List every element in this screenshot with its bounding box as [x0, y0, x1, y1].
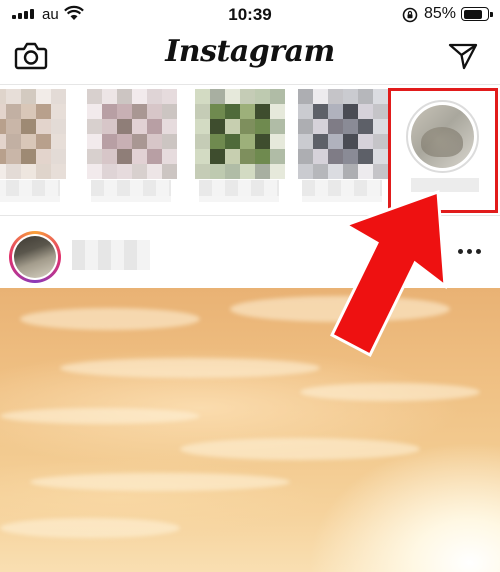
- story-thumbnail[interactable]: [0, 89, 66, 179]
- status-bar: au 10:39 85%: [0, 0, 500, 30]
- own-story-highlight-box: [388, 88, 498, 213]
- story-username: [302, 180, 382, 196]
- send-icon[interactable]: [448, 42, 478, 70]
- story-username: [199, 180, 279, 196]
- app-header: Instagram: [0, 30, 500, 82]
- story-item[interactable]: [195, 85, 285, 215]
- post-image[interactable]: [0, 288, 500, 572]
- stories-tray[interactable]: [0, 85, 500, 215]
- post-author-username[interactable]: [72, 240, 150, 270]
- story-item[interactable]: [0, 85, 66, 215]
- battery-percent: 85%: [424, 5, 457, 22]
- post-header: [0, 216, 500, 288]
- post-author-avatar[interactable]: [9, 231, 61, 283]
- profile-avatar-icon[interactable]: [411, 105, 474, 168]
- orientation-lock-icon: [402, 7, 418, 23]
- instagram-logo: Instagram: [165, 34, 335, 69]
- own-story-username: [411, 178, 479, 192]
- more-horizontal-icon[interactable]: [458, 248, 482, 256]
- own-story-ring[interactable]: [406, 100, 479, 173]
- story-username: [91, 180, 171, 196]
- story-item[interactable]: [87, 85, 177, 215]
- battery-icon: [461, 7, 493, 21]
- story-username: [0, 180, 60, 196]
- battery-level-fill: [463, 9, 483, 19]
- story-item[interactable]: [298, 85, 388, 215]
- story-thumbnail[interactable]: [298, 89, 388, 179]
- story-thumbnail[interactable]: [195, 89, 285, 179]
- story-thumbnail[interactable]: [87, 89, 177, 179]
